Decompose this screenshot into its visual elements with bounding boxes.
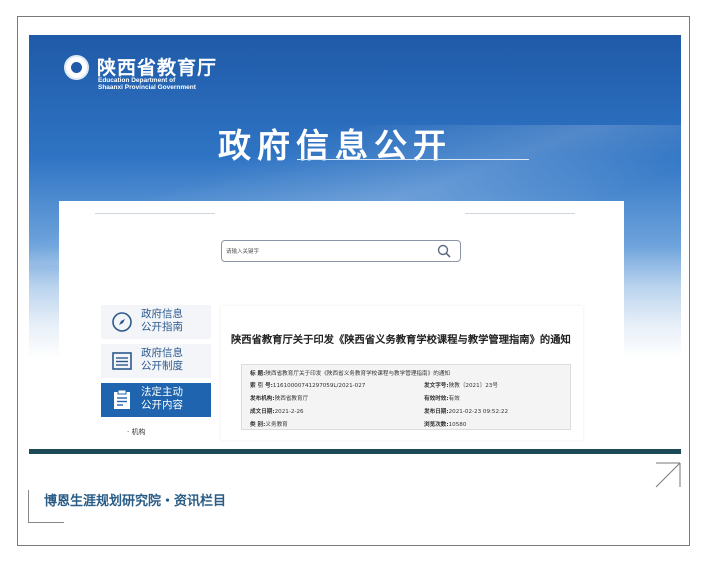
clipboard-icon xyxy=(114,389,130,409)
list-icon xyxy=(112,352,132,370)
meta-published: 发布日期:2021-02-23 09:52:22 xyxy=(424,409,509,415)
org-name-en-line2: Shaanxi Provincial Government xyxy=(98,84,196,91)
sidebar-item-label: 法定主动 公开内容 xyxy=(141,386,183,411)
search-input[interactable]: 请输入关键字 xyxy=(226,247,259,255)
org-name-en-line1: Education Department of xyxy=(98,77,176,84)
meta-created: 成文日期:2021-2-26 xyxy=(250,409,304,415)
sidebar-subitem-org[interactable]: · 机构 xyxy=(127,427,145,437)
search-icon[interactable] xyxy=(436,243,452,259)
meta-index: 索 引 号:11610000741297059L/2021-027 xyxy=(250,383,366,389)
corner-bracket-horizontal xyxy=(28,522,64,523)
banner-title-underline xyxy=(297,159,529,160)
meta-doc-no: 发文字号:陕教〔2021〕23号 xyxy=(424,383,498,389)
meta-validity: 有效时效:有效 xyxy=(424,396,460,402)
org-name-cn: 陕西省教育厅 xyxy=(97,57,218,79)
article-meta-box: 标 题:陕西省教育厅关于印发《陕西省义务教育学校课程与教学管理指南》的通知 索 … xyxy=(241,364,571,430)
sidebar-item-statutory[interactable]: 法定主动 公开内容 xyxy=(101,383,211,417)
meta-views: 浏览次数:10580 xyxy=(424,422,467,428)
corner-bracket-vertical xyxy=(28,490,29,523)
sidebar-item-guide[interactable]: 政府信息 公开指南 xyxy=(101,305,211,339)
sidebar-item-label: 政府信息 公开制度 xyxy=(141,347,183,372)
sidebar-item-system[interactable]: 政府信息 公开制度 xyxy=(101,344,211,378)
org-name-en: Education Department of Shaanxi Provinci… xyxy=(98,77,238,91)
meta-subject: 标 题:陕西省教育厅关于印发《陕西省义务教育学校课程与教学管理指南》的通知 xyxy=(250,371,450,377)
search-divider-right xyxy=(465,213,575,214)
footer-caption: 博恩生涯规划研究院・资讯栏目 xyxy=(44,494,227,509)
divider-bar xyxy=(29,449,681,454)
search-divider-left xyxy=(95,213,215,214)
search-box[interactable]: 请输入关键字 xyxy=(221,240,461,262)
sidebar-item-label: 政府信息 公开指南 xyxy=(141,308,183,333)
compass-icon xyxy=(112,312,132,332)
meta-issuer: 发布机构:陕西省教育厅 xyxy=(250,396,309,402)
meta-category: 类 别:义务教育 xyxy=(250,422,288,428)
article-title: 陕西省教育厅关于印发《陕西省义务教育学校课程与教学管理指南》的通知 xyxy=(231,334,571,346)
emblem-logo-icon xyxy=(64,55,89,80)
arrow-up-right-icon xyxy=(655,462,681,488)
